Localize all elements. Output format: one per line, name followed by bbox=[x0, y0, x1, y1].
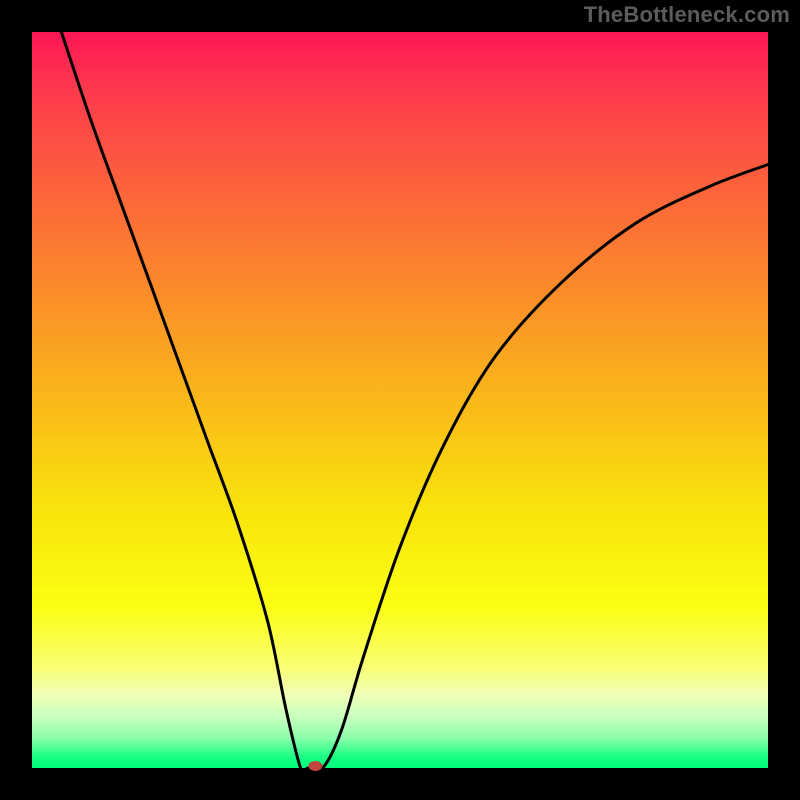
optimal-point-marker bbox=[308, 761, 322, 771]
chart-frame: TheBottleneck.com bbox=[0, 0, 800, 800]
plot-area bbox=[32, 32, 768, 768]
bottleneck-curve bbox=[32, 32, 768, 768]
watermark-text: TheBottleneck.com bbox=[584, 2, 790, 28]
